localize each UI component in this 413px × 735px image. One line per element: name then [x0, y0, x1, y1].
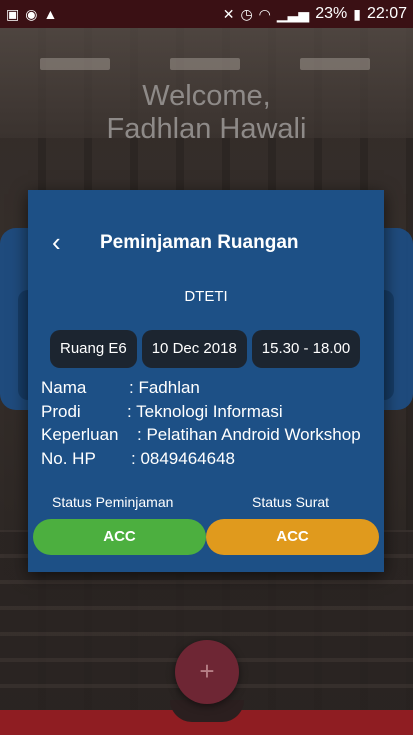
- ceiling-light: [40, 58, 110, 70]
- booking-detail-dialog: ‹ Peminjaman Ruangan DTETI Ruang E6 10 D…: [28, 190, 384, 572]
- detail-value: : 0849464648: [131, 448, 235, 468]
- gallery-icon: ▣: [6, 6, 20, 22]
- clock: 22:07: [366, 5, 407, 22]
- detail-value: : Pelatihan Android Workshop: [137, 425, 361, 444]
- ceiling-light: [300, 58, 370, 70]
- welcome-username: Fadhlan Hawali: [106, 113, 307, 145]
- dialog-title: Peminjaman Ruangan: [100, 232, 299, 253]
- signal-icon: ▁▃▅: [276, 6, 310, 22]
- status-peminjaman-label: Status Peminjaman: [52, 494, 174, 510]
- plus-icon: +: [199, 656, 215, 686]
- chat-icon: ◉: [25, 6, 38, 22]
- detail-row-keperluan: Keperluan : Pelatihan Android Workshop: [41, 423, 361, 447]
- detail-row-prodi: Prodi : Teknologi Informasi: [41, 400, 361, 424]
- detail-label: Prodi: [41, 401, 81, 421]
- status-peminjaman-badge[interactable]: ACC: [33, 519, 206, 555]
- add-booking-button[interactable]: +: [175, 640, 239, 704]
- detail-label: Nama: [41, 378, 87, 397]
- detail-label: No. HP: [41, 448, 96, 468]
- wifi-icon: ◠: [258, 6, 271, 22]
- warning-icon: ▲: [43, 6, 58, 22]
- detail-row-nohp: No. HP : 0849464648: [41, 447, 361, 471]
- status-surat-badge[interactable]: ACC: [206, 519, 379, 555]
- detail-value: : Fadhlan: [129, 378, 200, 397]
- status-bar: ▣ ◉ ▲ ✕ ◷ ◠ ▁▃▅ 23% ▮ 22:07: [0, 0, 413, 28]
- dialog-header: ‹ Peminjaman Ruangan: [28, 228, 384, 258]
- welcome-line1: Welcome,: [142, 80, 271, 112]
- status-surat-label: Status Surat: [252, 494, 330, 510]
- date-chip: 10 Dec 2018: [141, 330, 247, 368]
- alarm-icon: ◷: [240, 6, 253, 22]
- detail-label: Keperluan: [41, 425, 119, 444]
- detail-value: : Teknologi Informasi: [127, 401, 283, 421]
- booking-chips: Ruang E6 10 Dec 2018 15.30 - 18.00: [50, 330, 361, 368]
- time-chip: 15.30 - 18.00: [251, 330, 361, 368]
- room-chip: Ruang E6: [50, 330, 137, 368]
- booking-details: Nama : Fadhlan Prodi : Teknologi Informa…: [41, 376, 361, 470]
- welcome-text: Welcome, Fadhlan Hawali: [0, 80, 413, 146]
- battery-percent: 23%: [315, 5, 348, 22]
- battery-icon: ▮: [353, 6, 361, 22]
- ceiling-light: [170, 58, 240, 70]
- mute-icon: ✕: [222, 6, 235, 22]
- detail-row-nama: Nama : Fadhlan: [41, 376, 361, 400]
- back-arrow-icon[interactable]: ‹: [52, 228, 61, 256]
- department-label: DTETI: [184, 288, 228, 305]
